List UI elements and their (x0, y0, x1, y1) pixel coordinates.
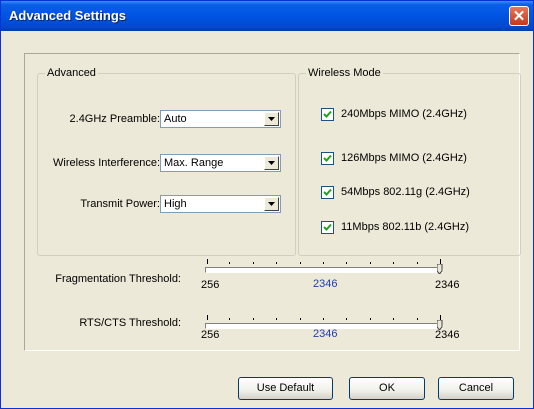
check-icon (323, 188, 332, 196)
transmit-power-dropdown-button[interactable] (264, 197, 279, 211)
close-button[interactable]: ✕ (509, 6, 529, 26)
interference-value: Max. Range (164, 157, 224, 169)
interference-label: Wireless Interference: (53, 157, 160, 169)
wireless-mode-legend: Wireless Mode (306, 67, 383, 79)
mode-11-label: 11Mbps 802.11b (2.4GHz) (341, 221, 469, 233)
transmit-power-value: High (164, 198, 187, 210)
settings-panel: Advanced 2.4GHz Preamble: Auto Wireless … (24, 53, 521, 351)
fragmentation-label: Fragmentation Threshold: (55, 273, 181, 285)
advanced-settings-dialog: Advanced Settings ✕ Advanced 2.4GHz Prea… (0, 0, 534, 409)
advanced-group: Advanced 2.4GHz Preamble: Auto Wireless … (37, 67, 296, 256)
mode-126-label: 126Mbps MIMO (2.4GHz) (341, 152, 467, 164)
window-title: Advanced Settings (9, 8, 127, 23)
fragmentation-slider-thumb[interactable] (437, 264, 443, 274)
preamble-select[interactable]: Auto (160, 110, 281, 128)
mode-240-checkbox[interactable] (321, 108, 334, 121)
mode-54-checkbox[interactable] (321, 186, 334, 199)
chevron-down-icon (268, 161, 275, 165)
interference-dropdown-button[interactable] (264, 156, 279, 170)
mode-11-checkbox[interactable] (321, 221, 334, 234)
transmit-power-select[interactable]: High (160, 195, 281, 213)
rts-max: 2346 (435, 329, 460, 341)
rts-label: RTS/CTS Threshold: (79, 317, 181, 329)
check-icon (323, 110, 332, 118)
use-default-button[interactable]: Use Default (238, 377, 333, 400)
check-icon (323, 223, 332, 231)
preamble-value: Auto (164, 113, 187, 125)
chevron-down-icon (268, 202, 275, 206)
ok-button[interactable]: OK (349, 377, 425, 400)
check-icon (323, 154, 332, 162)
preamble-label: 2.4GHz Preamble: (69, 113, 160, 125)
fragmentation-slider[interactable] (205, 267, 443, 273)
fragmentation-current: 2346 (313, 278, 338, 290)
rts-current: 2346 (313, 328, 338, 340)
interference-select[interactable]: Max. Range (160, 154, 281, 172)
fragmentation-max: 2346 (435, 279, 460, 291)
close-icon: ✕ (512, 8, 526, 25)
mode-240-label: 240Mbps MIMO (2.4GHz) (341, 108, 467, 120)
chevron-down-icon (268, 117, 275, 121)
mode-126-checkbox[interactable] (321, 152, 334, 165)
mode-54-label: 54Mbps 802.11g (2.4GHz) (341, 186, 470, 198)
dialog-body: Advanced 2.4GHz Preamble: Auto Wireless … (4, 31, 530, 405)
fragmentation-min: 256 (201, 279, 220, 291)
rts-min: 256 (201, 329, 220, 341)
preamble-dropdown-button[interactable] (264, 112, 279, 126)
wireless-mode-group: Wireless Mode 240Mbps MIMO (2.4GHz) 126M… (298, 67, 521, 256)
title-bar[interactable]: Advanced Settings ✕ (1, 1, 533, 31)
advanced-legend: Advanced (45, 67, 98, 79)
transmit-power-label: Transmit Power: (80, 198, 160, 210)
cancel-button[interactable]: Cancel (438, 377, 514, 400)
